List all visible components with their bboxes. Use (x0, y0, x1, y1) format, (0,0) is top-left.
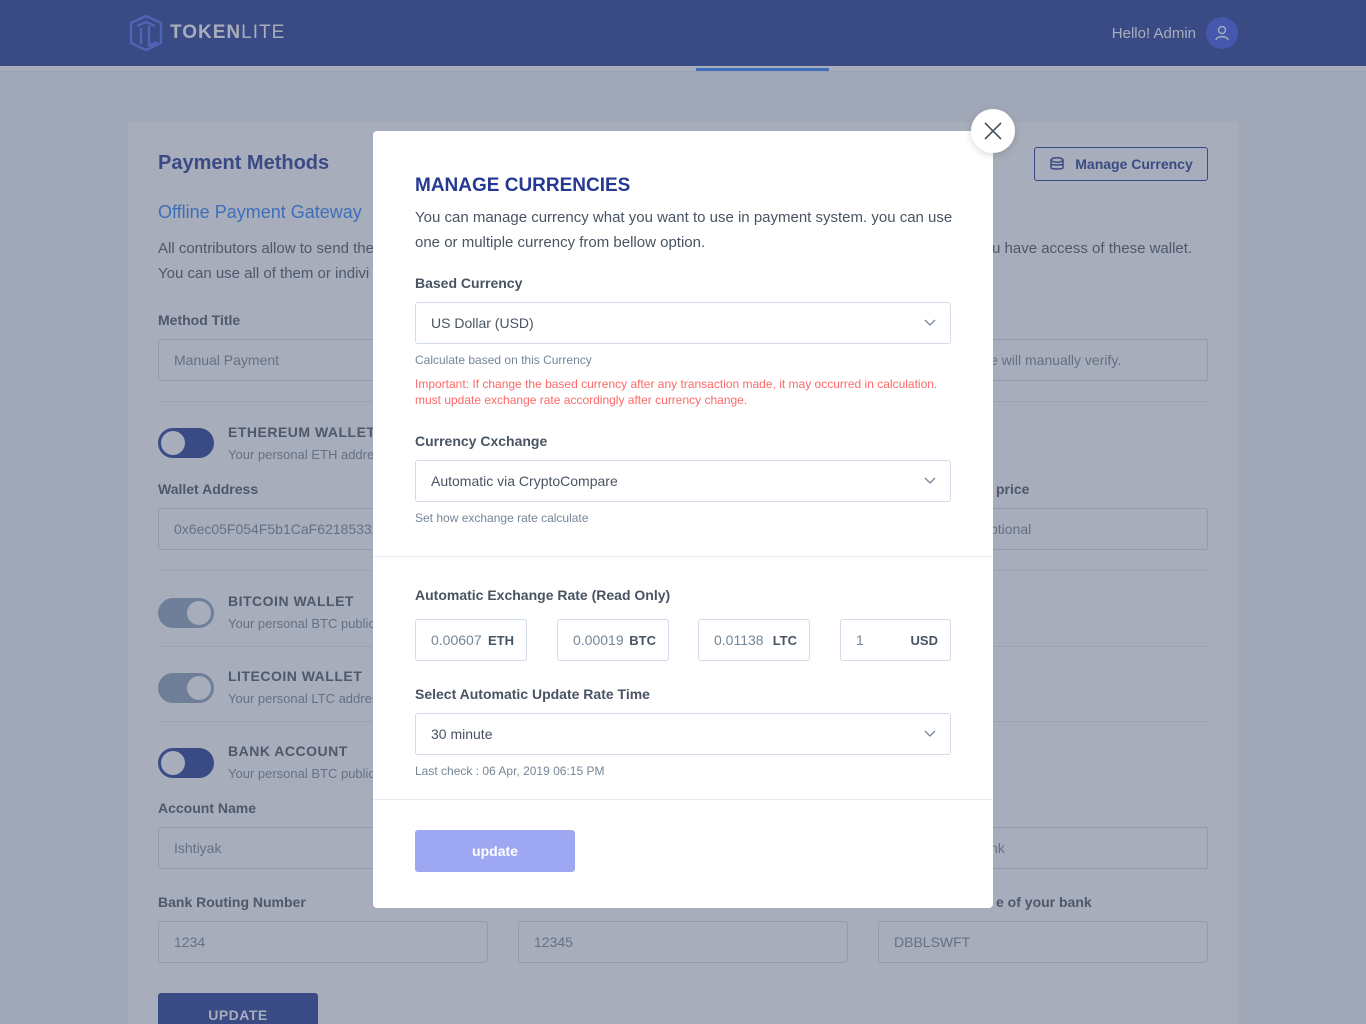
close-icon (984, 122, 1002, 140)
currency-exchange-hint: Set how exchange rate calculate (415, 511, 589, 525)
ltc-rate-field: 0.01138 LTC (698, 619, 810, 661)
last-check-text: Last check : 06 Apr, 2019 06:15 PM (415, 764, 605, 778)
update-time-select[interactable]: 30 minute (415, 713, 951, 755)
chevron-down-icon (924, 477, 936, 484)
chevron-down-icon (924, 319, 936, 326)
based-currency-hint: Calculate based on this Currency (415, 353, 592, 367)
modal-update-button[interactable]: update (415, 830, 575, 872)
based-currency-label: Based Currency (415, 275, 523, 291)
currency-exchange-select[interactable]: Automatic via CryptoCompare (415, 460, 951, 502)
modal-description: You can manage currency what you want to… (415, 209, 953, 251)
modal-title: MANAGE CURRENCIES (415, 175, 631, 196)
currency-change-warning: Important: If change the based currency … (415, 377, 938, 407)
currency-exchange-label: Currency Cxchange (415, 433, 548, 449)
usd-rate-field: 1 USD (840, 619, 951, 661)
btc-rate-field: 0.00019 BTC (557, 619, 669, 661)
chevron-down-icon (924, 730, 936, 737)
modal-divider (373, 556, 993, 557)
update-time-label: Select Automatic Update Rate Time (415, 686, 650, 702)
modal-close-button[interactable] (971, 109, 1015, 153)
modal-divider (373, 799, 993, 800)
manage-currencies-modal: MANAGE CURRENCIES You can manage currenc… (373, 131, 993, 908)
exchange-rate-label: Automatic Exchange Rate (Read Only) (415, 587, 671, 603)
eth-rate-field: 0.00607 ETH (415, 619, 527, 661)
based-currency-select[interactable]: US Dollar (USD) (415, 302, 951, 344)
